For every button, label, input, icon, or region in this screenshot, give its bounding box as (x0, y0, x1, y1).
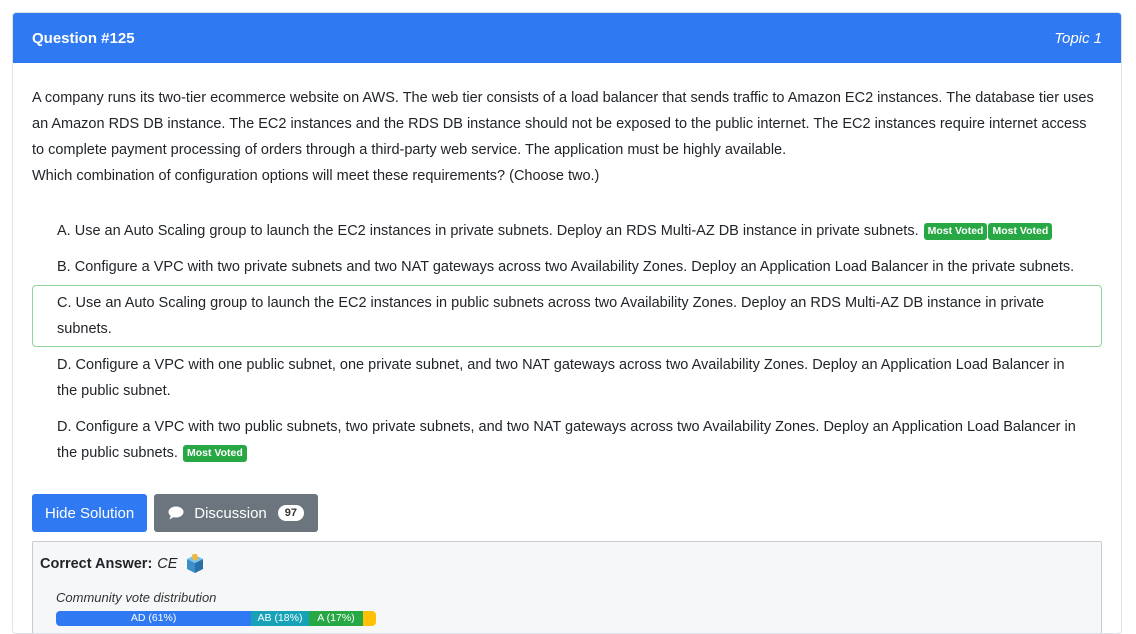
vote-distribution-bar: AD (61%) AB (18%) A (17%) (56, 611, 376, 626)
vote-segment (363, 611, 376, 626)
choice-text: C. Use an Auto Scaling group to launch t… (57, 295, 1045, 337)
correct-answer-value: CE (157, 556, 178, 572)
most-voted-badge: Most Voted (182, 445, 247, 462)
discussion-button[interactable]: Discussion 97 (154, 494, 319, 532)
question-prompt: Which combination of configuration optio… (32, 168, 600, 184)
correct-answer-panel: Correct Answer: CE Community vote distri… (32, 541, 1102, 633)
choice-text: A. Use an Auto Scaling group to launch t… (57, 223, 919, 239)
choice-e[interactable]: D. Configure a VPC with two public subne… (32, 409, 1102, 471)
choice-c[interactable]: C. Use an Auto Scaling group to launch t… (32, 285, 1102, 347)
discussion-label: Discussion (194, 504, 267, 522)
question-text: A company runs its two-tier ecommerce we… (32, 85, 1102, 189)
hide-solution-button[interactable]: Hide Solution (32, 494, 148, 532)
choice-d[interactable]: D. Configure a VPC with one public subne… (32, 347, 1102, 409)
choice-b[interactable]: B. Configure a VPC with two private subn… (32, 249, 1102, 285)
question-paragraph: A company runs its two-tier ecommerce we… (32, 90, 1094, 158)
question-body: A company runs its two-tier ecommerce we… (13, 63, 1121, 633)
vote-segment: A (17%) (308, 611, 364, 626)
most-voted-badge: Most Voted (923, 223, 988, 240)
choice-text: B. Configure a VPC with two private subn… (57, 259, 1075, 275)
question-header: Question #125 Topic 1 (13, 13, 1121, 63)
action-bar: Hide Solution Discussion 97 (32, 494, 1102, 532)
vote-segment: AD (61%) (56, 611, 252, 626)
topic-label: Topic 1 (1054, 29, 1102, 47)
vote-segment: AB (18%) (251, 611, 309, 626)
most-voted-badge: Most Voted (988, 223, 1053, 240)
choice-list: A. Use an Auto Scaling group to launch t… (32, 213, 1102, 471)
ballot-box-icon[interactable] (185, 554, 205, 574)
question-card: Question #125 Topic 1 A company runs its… (12, 12, 1122, 634)
vote-distribution-title: Community vote distribution (56, 590, 217, 605)
correct-answer-line: Correct Answer: CE (40, 554, 1094, 574)
correct-answer-label: Correct Answer: (40, 556, 153, 572)
chat-bubble-icon (168, 506, 184, 520)
question-number: Question #125 (32, 29, 135, 47)
discussion-count-badge: 97 (277, 505, 305, 521)
choice-text: D. Configure a VPC with one public subne… (57, 357, 1065, 399)
choice-a[interactable]: A. Use an Auto Scaling group to launch t… (32, 213, 1102, 249)
